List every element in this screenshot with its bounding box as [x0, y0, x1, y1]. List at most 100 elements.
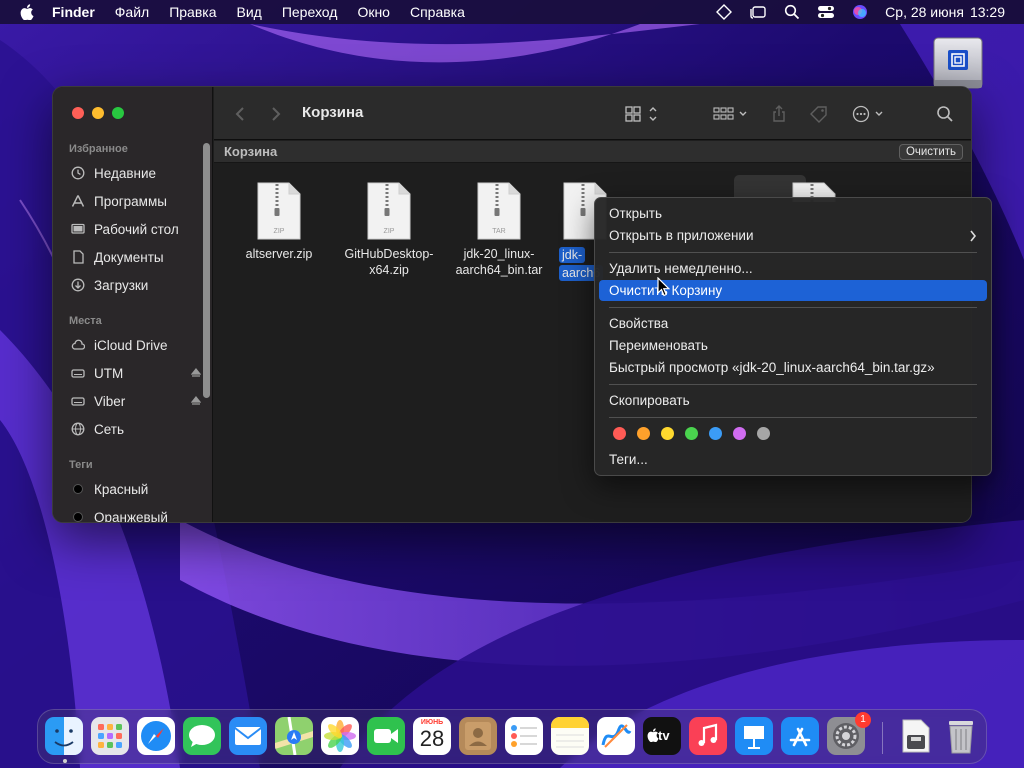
- messages-icon[interactable]: [183, 717, 221, 755]
- menu-separator: [609, 417, 977, 418]
- maps-icon[interactable]: [275, 717, 313, 755]
- menu-item-rename[interactable]: Переименовать: [599, 335, 987, 356]
- dock-separator: [882, 722, 883, 754]
- sidebar-item-label: Загрузки: [94, 277, 149, 293]
- tag-color-dot-4[interactable]: [709, 427, 722, 440]
- menubar-date: Ср, 28 июня: [885, 4, 964, 20]
- siri-icon[interactable]: [851, 4, 869, 20]
- apple-menu-icon[interactable]: [20, 4, 34, 20]
- file-name-line1: jdk-: [559, 247, 586, 263]
- tag-button[interactable]: [809, 104, 829, 124]
- clock-icon: [71, 166, 85, 180]
- menu-separator: [609, 307, 977, 308]
- sidebar-item-documents[interactable]: Документы: [71, 246, 201, 268]
- menu-file[interactable]: Файл: [115, 4, 149, 20]
- sidebar-item-downloads[interactable]: Загрузки: [71, 274, 201, 296]
- sidebar-item-applications[interactable]: Программы: [71, 190, 201, 212]
- eject-icon[interactable]: [191, 368, 201, 378]
- view-mode-button[interactable]: [624, 104, 660, 124]
- keynote-icon[interactable]: [735, 717, 773, 755]
- tag-color-dot-1[interactable]: [637, 427, 650, 440]
- zip-file-icon: ZIP: [367, 182, 411, 240]
- menu-edit[interactable]: Правка: [169, 4, 216, 20]
- sidebar-item-tag-red[interactable]: Красный: [71, 478, 201, 500]
- sidebar-item-utm[interactable]: UTM: [71, 362, 201, 384]
- mail-icon[interactable]: [229, 717, 267, 755]
- menu-view[interactable]: Вид: [237, 4, 262, 20]
- app-store-icon[interactable]: [781, 717, 819, 755]
- spotlight-search-icon[interactable]: [783, 4, 801, 20]
- menu-help[interactable]: Справка: [410, 4, 465, 20]
- forward-button[interactable]: [270, 104, 282, 124]
- menu-separator: [609, 252, 977, 253]
- zoom-button[interactable]: [112, 107, 124, 119]
- eject-icon[interactable]: [191, 396, 201, 406]
- menu-item-open-with[interactable]: Открыть в приложении: [599, 225, 987, 246]
- sidebar-item-label: Сеть: [94, 421, 125, 437]
- document-icon: [71, 250, 85, 264]
- file-item[interactable]: ZIP altserver.zip: [229, 182, 329, 262]
- menu-item-tags[interactable]: Теги...: [599, 449, 987, 470]
- tag-color-dot-2[interactable]: [661, 427, 674, 440]
- archive-utility-icon[interactable]: [896, 717, 934, 755]
- facetime-icon[interactable]: [367, 717, 405, 755]
- file-item[interactable]: ZIP GitHubDesktop- x64.zip: [339, 182, 439, 278]
- sidecar-icon[interactable]: [715, 4, 733, 20]
- back-button[interactable]: [234, 104, 246, 124]
- launchpad-icon[interactable]: [91, 717, 129, 755]
- menu-window[interactable]: Окно: [357, 4, 390, 20]
- menu-item-delete-immediately[interactable]: Удалить немедленно...: [599, 258, 987, 279]
- menu-go[interactable]: Переход: [282, 4, 338, 20]
- tag-color-dot-6[interactable]: [757, 427, 770, 440]
- music-icon[interactable]: [689, 717, 727, 755]
- finder-icon[interactable]: [45, 717, 83, 755]
- sidebar-item-recents[interactable]: Недавние: [71, 162, 201, 184]
- empty-trash-button[interactable]: Очистить: [898, 144, 963, 160]
- sidebar-item-tag-orange[interactable]: Оранжевый: [71, 506, 201, 522]
- menu-item-quick-look[interactable]: Быстрый просмотр «jdk-20_linux-aarch64_b…: [599, 357, 987, 378]
- close-button[interactable]: [72, 107, 84, 119]
- dock: ИЮНЬ 28 tv 1: [37, 709, 987, 764]
- action-menu-button[interactable]: [851, 104, 887, 124]
- sidebar-scrollbar[interactable]: [203, 143, 210, 398]
- tag-color-dot-0[interactable]: [613, 427, 626, 440]
- tag-color-dot-3[interactable]: [685, 427, 698, 440]
- stage-manager-icon[interactable]: [749, 4, 767, 20]
- tag-color-dot-5[interactable]: [733, 427, 746, 440]
- control-center-icon[interactable]: [817, 4, 835, 20]
- chevron-left-icon: [235, 107, 244, 121]
- window-controls: [72, 107, 132, 119]
- sidebar-item-viber[interactable]: Viber: [71, 390, 201, 412]
- disk-icon: [71, 366, 85, 380]
- chevron-right-icon: [272, 107, 281, 121]
- sidebar-item-desktop[interactable]: Рабочий стол: [71, 218, 201, 240]
- file-item[interactable]: TAR jdk-20_linux- aarch64_bin.tar: [449, 182, 549, 278]
- sidebar-header-tags: Теги: [69, 459, 93, 471]
- sidebar-item-icloud[interactable]: iCloud Drive: [71, 334, 201, 356]
- search-button[interactable]: [936, 104, 954, 124]
- sidebar-item-network[interactable]: Сеть: [71, 418, 201, 440]
- menu-finder[interactable]: Finder: [52, 4, 95, 20]
- zip-file-icon: ZIP: [257, 182, 301, 240]
- menubar-clock[interactable]: Ср, 28 июня 13:29: [885, 4, 1005, 20]
- menu-item-open[interactable]: Открыть: [599, 203, 987, 224]
- file-name-line2: aarch64_bin.tar: [455, 263, 543, 277]
- sidebar-header-favorites: Избранное: [69, 143, 128, 155]
- contacts-icon[interactable]: [459, 717, 497, 755]
- calendar-icon[interactable]: ИЮНЬ 28: [413, 717, 451, 755]
- freeform-icon[interactable]: [597, 717, 635, 755]
- menu-item-copy[interactable]: Скопировать: [599, 390, 987, 411]
- group-button[interactable]: [712, 104, 750, 124]
- share-button[interactable]: [771, 104, 787, 124]
- safari-icon[interactable]: [137, 717, 175, 755]
- sidebar-header-locations: Места: [69, 315, 102, 327]
- file-ext-label: TAR: [492, 228, 505, 235]
- menu-item-get-info[interactable]: Свойства: [599, 313, 987, 334]
- photos-icon[interactable]: [321, 717, 359, 755]
- minimize-button[interactable]: [92, 107, 104, 119]
- reminders-icon[interactable]: [505, 717, 543, 755]
- apple-tv-icon[interactable]: tv: [643, 717, 681, 755]
- trash-icon[interactable]: [942, 717, 980, 755]
- notes-icon[interactable]: [551, 717, 589, 755]
- share-icon: [773, 105, 785, 122]
